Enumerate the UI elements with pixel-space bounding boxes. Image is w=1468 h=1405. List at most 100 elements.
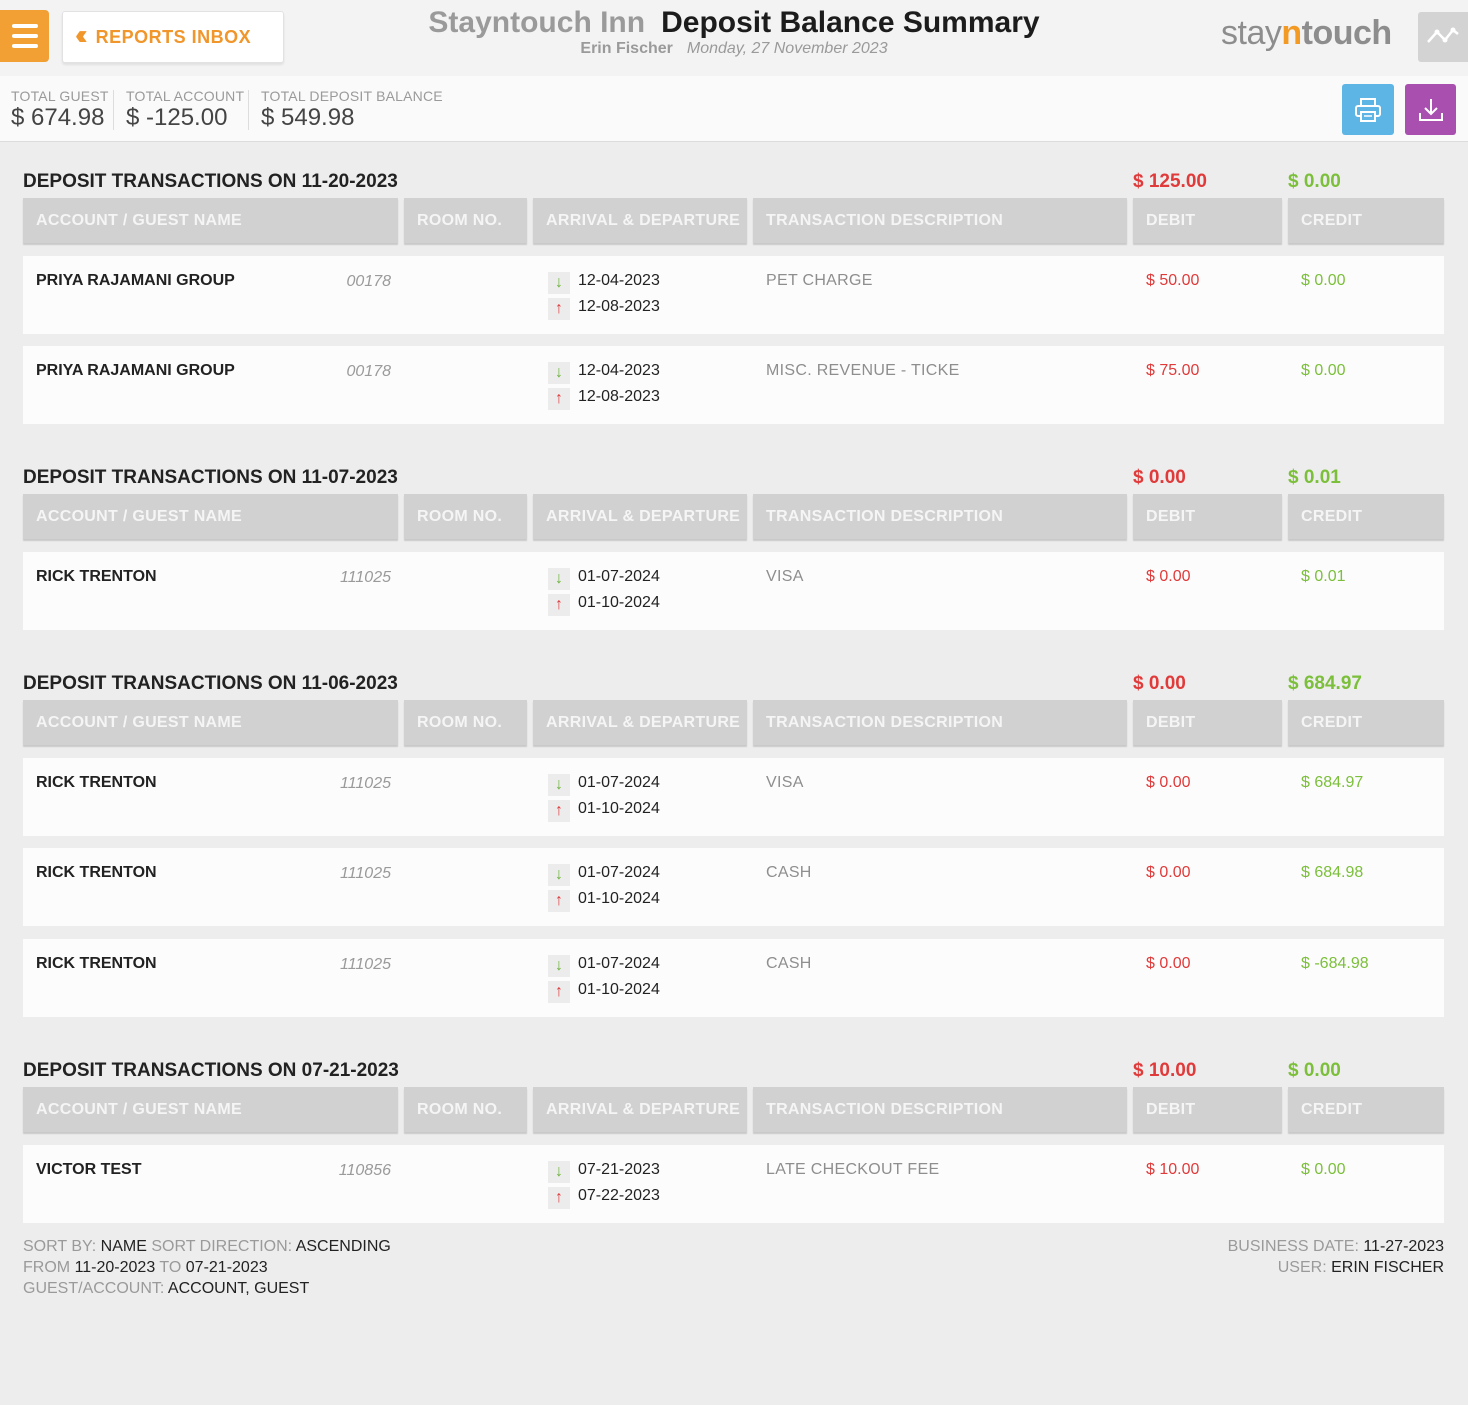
column-header-credit[interactable]: CREDIT [1288,198,1444,243]
column-header-dates[interactable]: ARRIVAL & DEPARTURE [533,700,747,745]
table-row: RICK TRENTON 111025 ↓ 01-07-2024 ↑ 01-10… [23,552,1444,630]
departure-arrow-icon: ↑ [548,800,570,822]
print-button[interactable] [1342,84,1394,135]
arrival-date: 01-07-2024 [578,774,660,791]
total-guest: TOTAL GUEST $ 674.98 [11,88,109,131]
section-credit-total: $ 0.00 [1288,171,1341,192]
room-number: 00178 [346,273,392,290]
column-header-debit[interactable]: DEBIT [1133,198,1282,243]
report-user: Erin Fischer [580,40,673,57]
column-header-room[interactable]: ROOM NO. [404,1087,527,1132]
deposit-section: DEPOSIT TRANSACTIONS ON 11-07-2023 $ 0.0… [23,464,1444,630]
top-header: ‹‹ REPORTS INBOX Stayntouch Inn Deposit B… [0,0,1468,76]
arrival-date: 01-07-2024 [578,955,660,972]
guest-name: PRIYA RAJAMANI GROUP [36,272,235,289]
arrival-date: 01-07-2024 [578,864,660,881]
column-header-description[interactable]: TRANSACTION DESCRIPTION [753,494,1127,539]
guest-name: RICK TRENTON [36,955,157,972]
column-header-debit[interactable]: DEBIT [1133,700,1282,745]
deposit-section: DEPOSIT TRANSACTIONS ON 07-21-2023 $ 10.… [23,1057,1444,1223]
sort-direction-value: ASCENDING [295,1238,391,1255]
credit-amount: $ 684.98 [1301,864,1364,881]
column-header-credit[interactable]: CREDIT [1288,494,1444,539]
credit-amount: $ -684.98 [1301,955,1369,972]
arrival-arrow-icon: ↓ [548,272,570,294]
arrival-arrow-icon: ↓ [548,955,570,977]
column-header-description[interactable]: TRANSACTION DESCRIPTION [753,700,1127,745]
departure-date: 07-22-2023 [578,1187,660,1204]
column-header-dates[interactable]: ARRIVAL & DEPARTURE [533,1087,747,1132]
column-header-debit[interactable]: DEBIT [1133,1087,1282,1132]
room-number: 111025 [339,956,391,973]
arrival-arrow-icon: ↓ [548,774,570,796]
debit-amount: $ 50.00 [1146,272,1200,289]
column-header-credit[interactable]: CREDIT [1288,700,1444,745]
room-number: 110856 [338,1162,391,1179]
column-header-description[interactable]: TRANSACTION DESCRIPTION [753,198,1127,243]
business-date: 11-27-2023 [1363,1238,1444,1255]
transaction-description: MISC. REVENUE - TICKE [766,362,960,379]
credit-amount: $ 0.01 [1301,568,1346,585]
departure-date: 12-08-2023 [578,298,660,315]
download-button[interactable] [1405,84,1456,135]
transaction-description: PET CHARGE [766,272,873,289]
room-number: 111025 [339,775,391,792]
table-row: RICK TRENTON 111025 ↓ 01-07-2024 ↑ 01-10… [23,939,1444,1017]
column-header-room[interactable]: ROOM NO. [404,494,527,539]
table-row: RICK TRENTON 111025 ↓ 01-07-2024 ↑ 01-10… [23,758,1444,836]
guest-name: RICK TRENTON [36,774,157,791]
departure-date: 01-10-2024 [578,594,660,611]
report-date: Monday, 27 November 2023 [686,40,888,57]
total-deposit-balance: TOTAL DEPOSIT BALANCE $ 549.98 [261,88,443,131]
table-row: VICTOR TEST 110856 ↓ 07-21-2023 ↑ 07-22-… [23,1145,1444,1223]
column-header-dates[interactable]: ARRIVAL & DEPARTURE [533,494,747,539]
hotel-name: Stayntouch Inn [428,6,646,39]
arrival-arrow-icon: ↓ [548,362,570,384]
column-header-room[interactable]: ROOM NO. [404,700,527,745]
column-header-description[interactable]: TRANSACTION DESCRIPTION [753,1087,1127,1132]
column-header-room[interactable]: ROOM NO. [404,198,527,243]
column-header-name[interactable]: ACCOUNT / GUEST NAME [23,198,398,243]
column-header-name[interactable]: ACCOUNT / GUEST NAME [23,700,398,745]
arrival-date: 12-04-2023 [578,362,660,379]
room-number: 111025 [339,865,391,882]
report-user-footer: ERIN FISCHER [1331,1259,1444,1276]
debit-amount: $ 0.00 [1146,864,1191,881]
column-header-name[interactable]: ACCOUNT / GUEST NAME [23,494,398,539]
section-debit-total: $ 0.00 [1133,673,1186,694]
table-row: PRIYA RAJAMANI GROUP 00178 ↓ 12-04-2023 … [23,346,1444,424]
debit-amount: $ 0.00 [1146,568,1191,585]
sort-by-value: NAME [100,1238,147,1255]
transaction-description: VISA [766,774,804,791]
total-account: TOTAL ACCOUNT $ -125.00 [126,88,245,131]
column-header-debit[interactable]: DEBIT [1133,494,1282,539]
report-meta: BUSINESS DATE: 11-27-2023 USER: ERIN FIS… [1227,1238,1444,1276]
download-icon [1418,98,1443,121]
guest-name: PRIYA RAJAMANI GROUP [36,362,235,379]
arrival-date: 01-07-2024 [578,568,660,585]
column-header-dates[interactable]: ARRIVAL & DEPARTURE [533,198,747,243]
room-number: 111025 [339,569,391,586]
analytics-button[interactable] [1418,12,1468,62]
departure-date: 01-10-2024 [578,800,660,817]
credit-amount: $ 0.00 [1301,1161,1346,1178]
column-header-credit[interactable]: CREDIT [1288,1087,1444,1132]
guest-name: RICK TRENTON [36,864,157,881]
debit-amount: $ 0.00 [1146,774,1191,791]
guest-name: RICK TRENTON [36,568,157,585]
departure-date: 01-10-2024 [578,981,660,998]
departure-arrow-icon: ↑ [548,890,570,912]
departure-arrow-icon: ↑ [548,981,570,1003]
column-header-name[interactable]: ACCOUNT / GUEST NAME [23,1087,398,1132]
section-title: DEPOSIT TRANSACTIONS ON 11-07-2023 [23,467,398,488]
credit-amount: $ 0.00 [1301,362,1346,379]
debit-amount: $ 75.00 [1146,362,1200,379]
section-credit-total: $ 0.00 [1288,1060,1341,1081]
arrival-arrow-icon: ↓ [548,1161,570,1183]
guest-name: VICTOR TEST [36,1161,142,1178]
arrival-date: 07-21-2023 [578,1161,660,1178]
arrival-arrow-icon: ↓ [548,568,570,590]
section-debit-total: $ 10.00 [1133,1060,1197,1081]
table-row: RICK TRENTON 111025 ↓ 01-07-2024 ↑ 01-10… [23,848,1444,926]
departure-arrow-icon: ↑ [548,298,570,320]
